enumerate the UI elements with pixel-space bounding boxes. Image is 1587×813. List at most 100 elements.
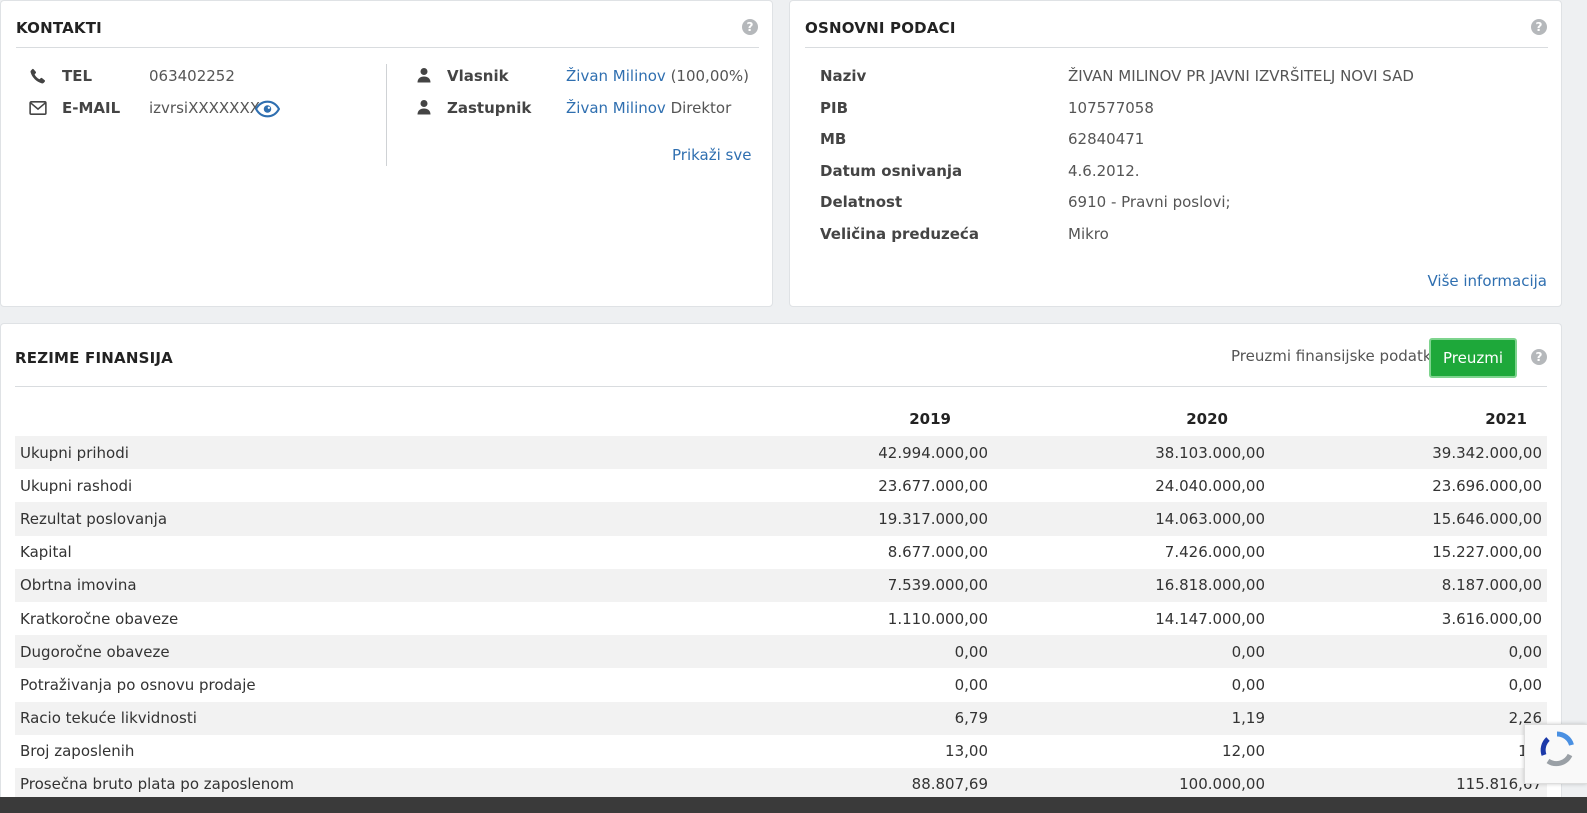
- tel-label: TEL: [62, 67, 93, 85]
- email-label: E-MAIL: [62, 99, 121, 117]
- info-label: Datum osnivanja: [820, 162, 963, 180]
- table-row: Ukupni prihodi 42.994.000,00 38.103.000,00…: [15, 436, 1547, 470]
- cell-value: 39.342.000,00: [1432, 443, 1542, 462]
- cell-value: 2,26: [1508, 709, 1542, 728]
- row-label: Rezultat poslovanja: [20, 509, 168, 528]
- table-row: Racio tekuće likvidnosti 6,79 1,19 2,26: [15, 701, 1547, 735]
- tel-value: 063402252: [149, 67, 235, 85]
- cell-value: 15.227.000,00: [1432, 543, 1542, 562]
- help-icon[interactable]: ?: [1531, 349, 1547, 365]
- info-value: 4.6.2012.: [1068, 162, 1140, 180]
- divider: [15, 386, 1547, 387]
- basic-info-card: OSNOVNI PODACI ? Naziv ŽIVAN MILINOV PR …: [789, 0, 1562, 307]
- header-year: 2021: [1485, 410, 1527, 428]
- owner-share: (100,00%): [670, 67, 750, 85]
- representative-link[interactable]: Živan Milinov: [566, 99, 666, 117]
- cell-value: 8.187.000,00: [1441, 576, 1542, 595]
- financial-table: 2019 2020 2021 Ukupni prihodi 42.994.000,…: [15, 402, 1547, 802]
- user-icon: [417, 100, 431, 115]
- cell-value: 8.677.000,00: [887, 543, 988, 562]
- cell-value: 14.063.000,00: [1155, 509, 1265, 528]
- info-value: ŽIVAN MILINOV PR JAVNI IZVRŠITELJ NOVI S…: [1068, 67, 1414, 85]
- divider: [16, 47, 759, 48]
- row-label: Ukupni prihodi: [20, 443, 129, 462]
- cell-value: 12,00: [1222, 742, 1265, 761]
- table-row: Rezultat poslovanja 19.317.000,00 14.063.0…: [15, 502, 1547, 536]
- cell-value: 0,00: [1508, 642, 1542, 661]
- recaptcha-icon: [1540, 731, 1574, 767]
- table-row: Dugoročne obaveze 0,00 0,00 0,00: [15, 635, 1547, 669]
- cell-value: 14.147.000,00: [1155, 609, 1265, 628]
- contacts-title: KONTAKTI: [16, 19, 102, 37]
- cell-value: 23.696.000,00: [1432, 476, 1542, 495]
- download-button[interactable]: Preuzmi: [1429, 338, 1518, 378]
- header-year: 2019: [909, 410, 951, 428]
- cell-value: 7.426.000,00: [1164, 543, 1265, 562]
- eye-icon[interactable]: [255, 100, 280, 118]
- divider: [805, 47, 1548, 48]
- row-label: Potraživanja po osnovu prodaje: [20, 675, 256, 694]
- owner-value: Živan Milinov (100,00%): [566, 67, 749, 85]
- table-row: Potraživanja po osnovu prodaje 0,00 0,00 0,…: [15, 668, 1547, 701]
- cell-value: 3.616.000,00: [1441, 609, 1542, 628]
- table-row: Ukupni rashodi 23.677.000,00 24.040.000,00…: [15, 469, 1547, 502]
- representative-value: Živan Milinov Direktor: [566, 99, 731, 117]
- cell-value: 1.110.000,00: [887, 609, 988, 628]
- cell-value: 38.103.000,00: [1155, 443, 1265, 462]
- info-value: 107577058: [1068, 99, 1154, 117]
- email-value: izvrsiXXXXXXX: [149, 99, 260, 117]
- user-icon: [417, 68, 431, 83]
- cell-value: 0,00: [1508, 675, 1542, 694]
- header-year: 2020: [1186, 410, 1228, 428]
- show-all-link[interactable]: Prikaži sve: [672, 146, 751, 164]
- download-text: Preuzmi finansijske podatke: [1231, 347, 1441, 365]
- row-label: Broj zaposlenih: [20, 742, 135, 761]
- info-value: Mikro: [1068, 225, 1109, 243]
- taskbar-strip: [0, 797, 1587, 813]
- representative-role: Direktor: [670, 99, 732, 117]
- financial-summary-title: REZIME FINANSIJA: [15, 349, 173, 367]
- help-icon[interactable]: ?: [1531, 19, 1547, 35]
- contacts-card: KONTAKTI ? TEL 063402252 E-MAIL izvrsiXX…: [0, 0, 773, 307]
- header-blank: [15, 402, 712, 436]
- help-icon[interactable]: ?: [742, 19, 758, 35]
- cell-value: 24.040.000,00: [1155, 476, 1265, 495]
- row-label: Kapital: [20, 543, 72, 562]
- cell-value: 10,: [1270, 735, 1547, 768]
- cell-value: 19.317.000,00: [878, 509, 988, 528]
- cell-value: 23.677.000,00: [878, 476, 988, 495]
- row-label: Ukupni rashodi: [20, 476, 133, 495]
- row-label: Dugoročne obaveze: [20, 642, 170, 661]
- cell-value: 0,00: [954, 675, 988, 694]
- phone-icon: [30, 68, 46, 84]
- cell-value: 13,00: [945, 742, 988, 761]
- info-label: MB: [820, 130, 847, 148]
- row-label: Kratkoročne obaveze: [20, 609, 179, 628]
- cell-value: 15.646.000,00: [1432, 509, 1542, 528]
- more-info-link[interactable]: Više informacija: [1427, 272, 1547, 290]
- table-header-row: 2019 2020 2021: [15, 402, 1547, 436]
- basic-info-title: OSNOVNI PODACI: [805, 19, 956, 37]
- representative-label: Zastupnik: [447, 99, 532, 117]
- cell-value: 0,00: [954, 642, 988, 661]
- info-label: Veličina preduzeća: [820, 225, 979, 243]
- cell-value: 16.818.000,00: [1155, 576, 1265, 595]
- cell-value: 0,00: [1231, 642, 1265, 661]
- table-row: Obrtna imovina 7.539.000,00 16.818.000,00 8…: [15, 568, 1547, 602]
- info-value: 6910 - Pravni poslovi;: [1068, 193, 1231, 211]
- cell-value: 7.539.000,00: [887, 576, 988, 595]
- table-row: Broj zaposlenih 13,00 12,00 10,: [15, 735, 1547, 768]
- row-label: Racio tekuće likvidnosti: [20, 709, 197, 728]
- envelope-icon: [29, 101, 47, 115]
- info-label: Delatnost: [820, 193, 903, 211]
- vertical-separator: [386, 64, 387, 166]
- owner-label: Vlasnik: [447, 67, 509, 85]
- owner-link[interactable]: Živan Milinov: [566, 67, 666, 85]
- info-value: 62840471: [1068, 130, 1145, 148]
- cell-value: 0,00: [1231, 675, 1265, 694]
- info-label: PIB: [820, 99, 849, 117]
- cell-value: 42.994.000,00: [878, 443, 988, 462]
- table-row: Kapital 8.677.000,00 7.426.000,00 15.227.00…: [15, 536, 1547, 569]
- recaptcha-badge[interactable]: [1524, 724, 1587, 784]
- cell-value: 6,79: [954, 709, 988, 728]
